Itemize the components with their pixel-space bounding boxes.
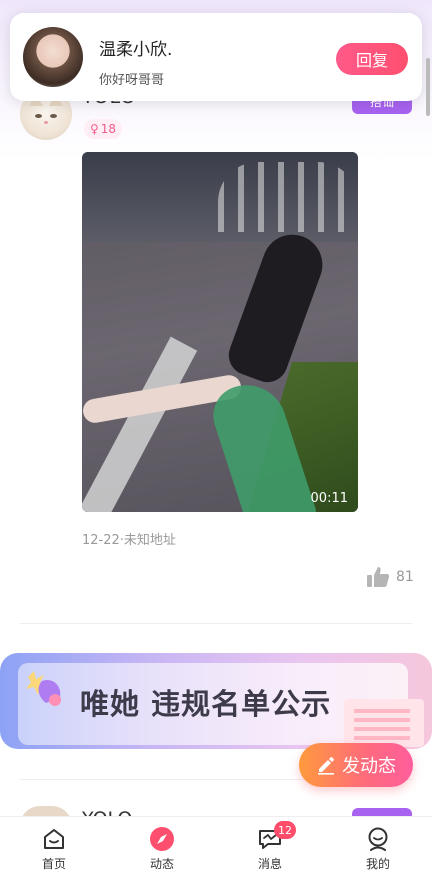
video-duration: 00:11 — [310, 491, 348, 506]
post-divider — [20, 623, 412, 624]
cat-eye-right — [50, 114, 57, 118]
nav-item-feed[interactable]: 动态 — [108, 817, 216, 876]
post-dynamic-label: 发动态 — [342, 756, 396, 777]
notification-message: 你好呀哥哥 — [99, 73, 165, 88]
nav-label-profile: 我的 — [365, 857, 390, 871]
megaphone-icon — [26, 671, 61, 706]
reply-button[interactable]: 回复 — [336, 43, 408, 75]
post-dynamic-button[interactable]: 发动态 — [299, 743, 413, 787]
like-button[interactable]: 81 — [366, 566, 414, 588]
cat-eye-left — [35, 114, 42, 118]
feed-icon — [150, 827, 174, 851]
nav-item-messages[interactable]: 12 消息 — [216, 817, 324, 876]
post-username[interactable]: YOLO — [82, 806, 132, 816]
like-count: 81 — [396, 569, 414, 585]
sender-avatar — [23, 27, 83, 87]
female-icon: ♀ — [90, 122, 99, 136]
sender-name: 温柔小欣. — [99, 40, 173, 60]
age-value: 18 — [100, 122, 117, 136]
home-icon — [44, 829, 64, 849]
bottom-navigation: 首页 动态 12 消息 我的 — [0, 816, 432, 876]
message-notification[interactable]: 温柔小欣. 你好呀哥哥 回复 — [10, 13, 422, 101]
nav-label-feed: 动态 — [149, 857, 174, 871]
nav-label-home: 首页 — [41, 857, 66, 871]
pencil-icon — [318, 757, 334, 775]
profile-icon — [368, 827, 388, 851]
nav-item-home[interactable]: 首页 — [0, 817, 108, 876]
cat-nose — [44, 121, 48, 124]
gender-age-badge: ♀ 18 — [84, 119, 123, 139]
nav-item-profile[interactable]: 我的 — [324, 817, 432, 876]
scrollbar[interactable] — [426, 58, 430, 116]
banner-title: 唯她 违规名单公示 — [80, 687, 332, 721]
post-tag-button[interactable] — [352, 808, 412, 816]
post-video[interactable]: 00:11 — [82, 152, 358, 512]
unread-badge: 12 — [274, 821, 296, 839]
thumbs-up-icon — [367, 567, 390, 587]
document-decoration — [344, 699, 424, 747]
post-date-location: 12-22·未知地址 — [82, 533, 176, 548]
video-arches — [218, 162, 358, 232]
nav-label-messages: 消息 — [257, 857, 282, 871]
violation-list-banner[interactable]: 唯她 违规名单公示 — [0, 653, 432, 749]
